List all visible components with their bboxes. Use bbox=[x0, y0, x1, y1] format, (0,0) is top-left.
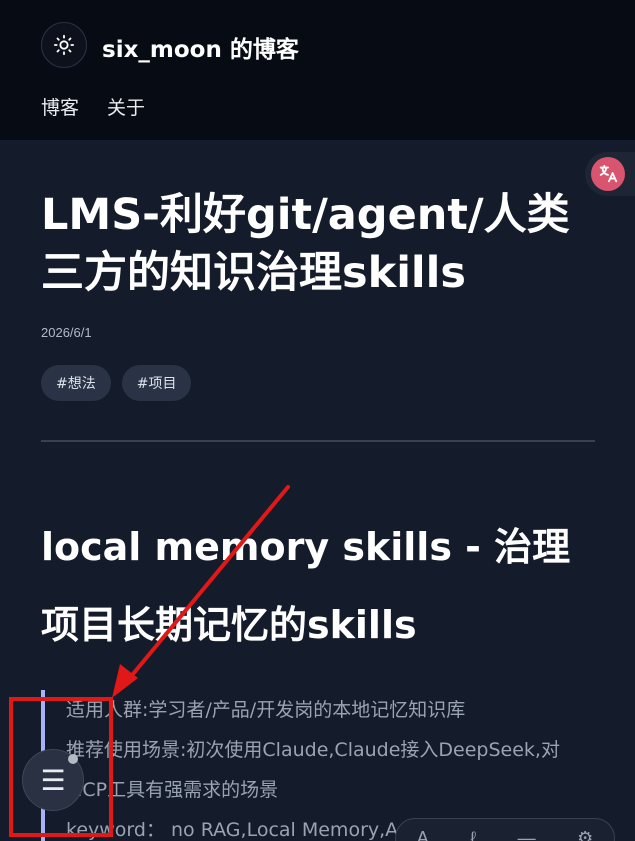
annotation-arrow bbox=[112, 485, 290, 698]
page: six_moon 的博客 博客 关于 LMS-利好git/agent/人类三方的… bbox=[0, 0, 635, 841]
